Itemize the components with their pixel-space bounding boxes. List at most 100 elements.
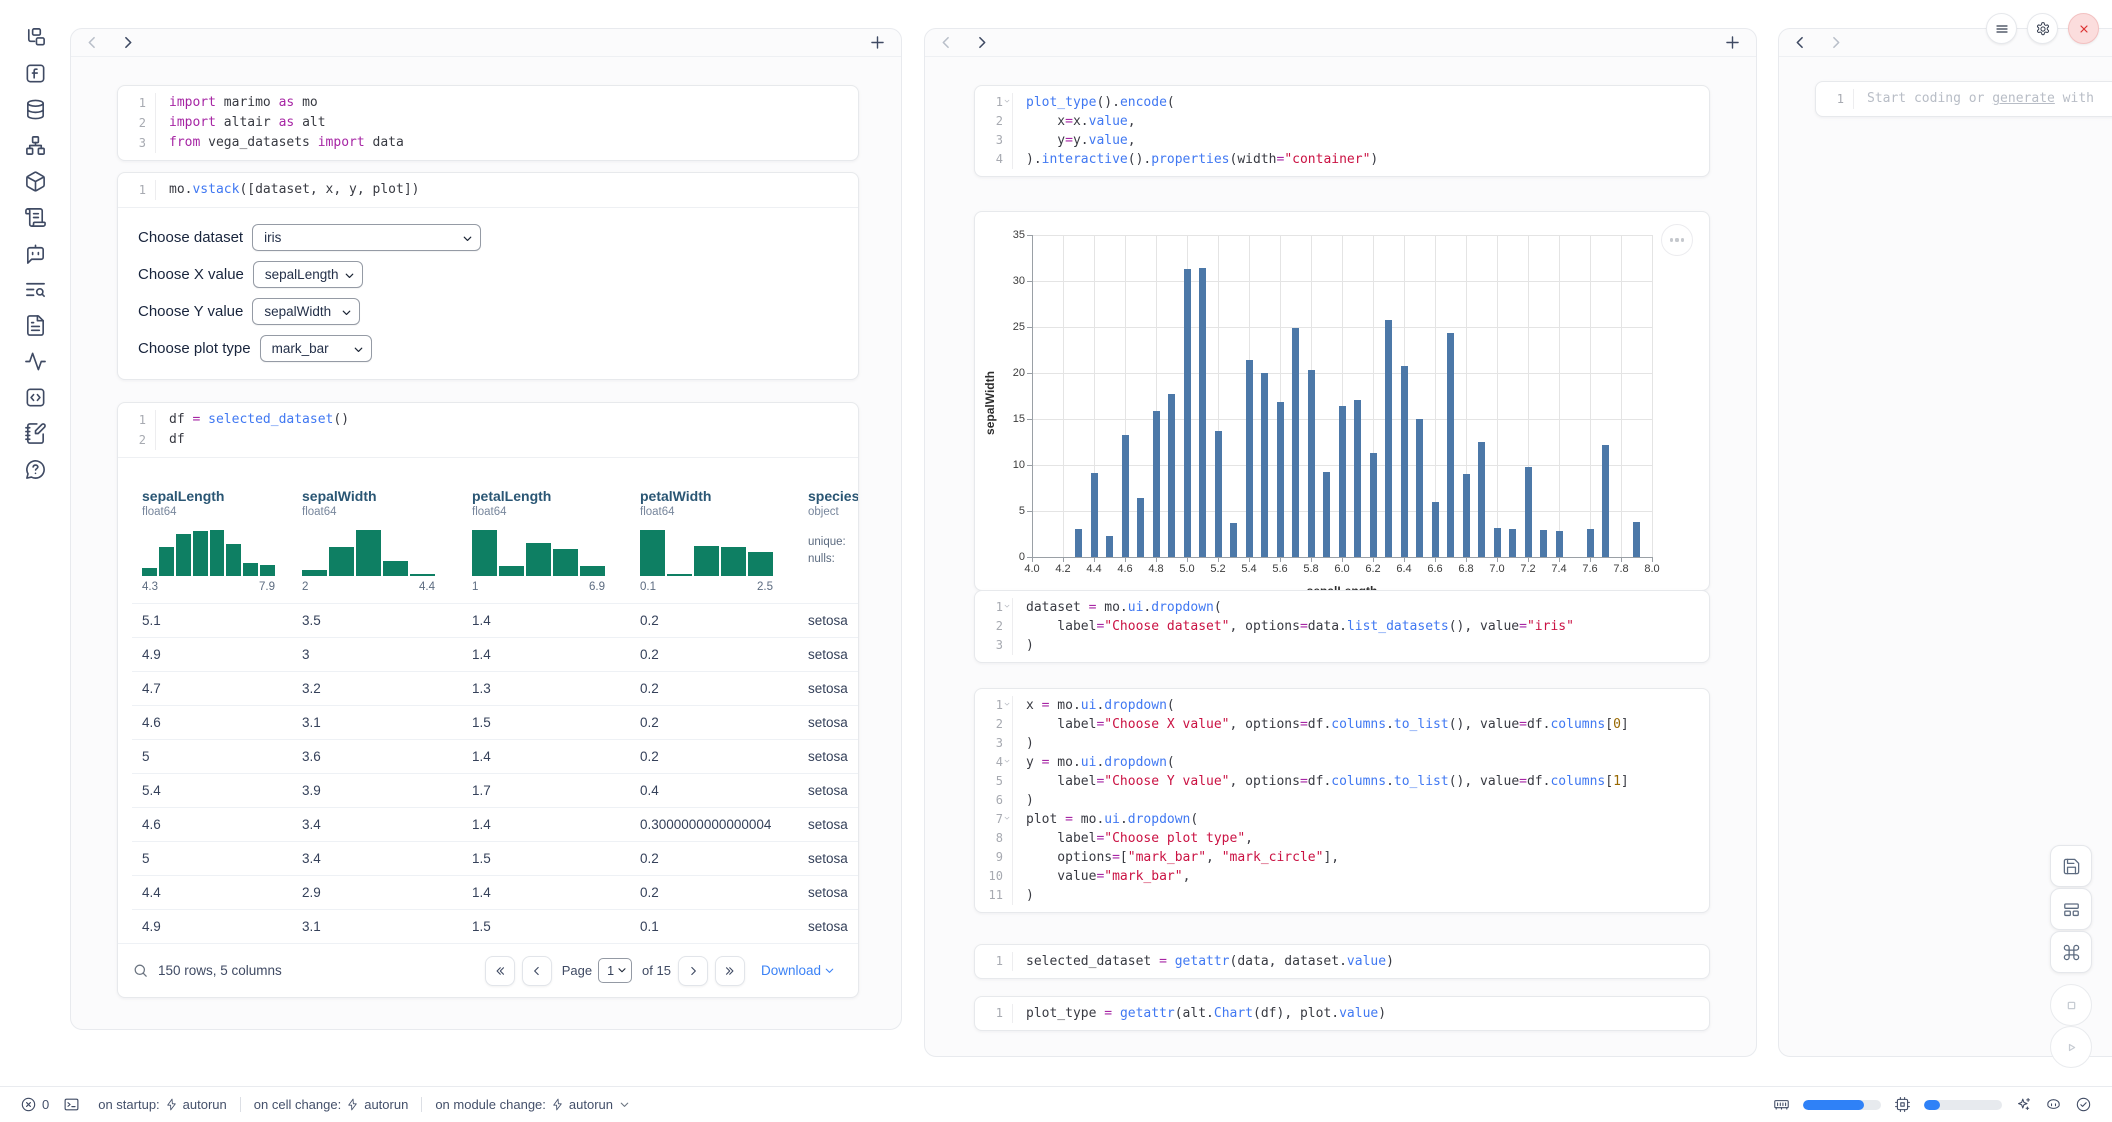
table-row[interactable]: 53.41.50.2setosa (132, 841, 858, 875)
table-row[interactable]: 5.43.91.70.4setosa (132, 773, 858, 807)
dropdown-select-sepalLength[interactable]: sepalLength (253, 261, 363, 288)
stop-button[interactable] (2050, 984, 2092, 1026)
table-column-header[interactable]: speciesobjectunique:nulls: (798, 488, 858, 593)
code-lines[interactable]: plot_type = getattr(alt.Chart(df), plot.… (1013, 1004, 1709, 1023)
fold-chevron-icon[interactable] (1003, 97, 1011, 105)
chart-bar (1199, 268, 1206, 557)
table-column-header[interactable]: petalWidthfloat640.12.5 (630, 488, 798, 593)
chevron-left-icon[interactable] (937, 33, 956, 52)
x-tick (1032, 557, 1033, 562)
menu-button[interactable] (1986, 13, 2017, 44)
ai-sparkles-icon[interactable] (2015, 1096, 2032, 1113)
page-select[interactable]: 1 (598, 958, 632, 983)
table-column-header[interactable]: petalLengthfloat6416.9 (462, 488, 630, 593)
last-page-button[interactable] (715, 956, 745, 986)
table-row[interactable]: 5.13.51.40.2setosa (132, 603, 858, 637)
code-lines[interactable]: selected_dataset = getattr(data, dataset… (1013, 952, 1709, 971)
code-editor[interactable]: 1selected_dataset = getattr(data, datase… (975, 945, 1709, 978)
memory-icon[interactable] (1773, 1096, 1790, 1113)
table-row[interactable]: 4.42.91.40.2setosa (132, 875, 858, 909)
code-lines[interactable]: plot_type().encode( x=x.value, y=y.value… (1013, 93, 1709, 169)
code-lines[interactable]: x = mo.ui.dropdown( label="Choose X valu… (1013, 696, 1709, 905)
code-editor[interactable]: 1234plot_type().encode( x=x.value, y=y.v… (975, 86, 1709, 176)
chevron-right-icon[interactable] (1826, 33, 1845, 52)
errors-icon[interactable] (20, 1096, 37, 1113)
file-tree-icon[interactable] (24, 26, 47, 49)
chevron-right-icon[interactable] (118, 33, 137, 52)
table-row[interactable]: 4.73.21.30.2setosa (132, 671, 858, 705)
fold-chevron-icon[interactable] (1003, 814, 1011, 822)
table-row[interactable]: 53.61.40.2setosa (132, 739, 858, 773)
command-palette-button[interactable] (2050, 931, 2092, 973)
scroll-text-icon[interactable] (24, 206, 47, 229)
add-cell-icon[interactable] (1723, 33, 1742, 52)
function-square-icon[interactable] (24, 62, 47, 85)
chevron-right-icon[interactable] (972, 33, 991, 52)
copilot-icon[interactable] (2045, 1096, 2062, 1113)
terminal-icon[interactable] (63, 1096, 80, 1113)
file-text-icon[interactable] (24, 314, 47, 337)
range-max: 4.4 (419, 581, 435, 593)
code-editor[interactable]: 1plot_type = getattr(alt.Chart(df), plot… (975, 997, 1709, 1030)
table-cell: 0.1 (630, 919, 798, 934)
code-editor[interactable]: 123import marimo as moimport altair as a… (118, 86, 858, 160)
code-lines[interactable]: df = selected_dataset()df (156, 410, 858, 450)
cpu-icon[interactable] (1894, 1096, 1911, 1113)
table-row[interactable]: 4.931.40.2setosa (132, 637, 858, 671)
table-cell: 5.4 (132, 783, 292, 798)
list-search-icon[interactable] (24, 278, 47, 301)
dropdown-select-mark_bar[interactable]: mark_bar (260, 335, 372, 362)
next-page-button[interactable] (678, 956, 708, 986)
code-lines[interactable]: mo.vstack([dataset, x, y, plot]) (156, 180, 858, 200)
chart-plot-area[interactable] (1032, 235, 1652, 557)
table-column-header[interactable]: sepalLengthfloat644.37.9 (132, 488, 292, 593)
chart-options-button[interactable] (1661, 224, 1693, 256)
bot-chat-icon[interactable] (24, 242, 47, 265)
run-button[interactable] (2050, 1026, 2092, 1068)
table-row[interactable]: 4.63.41.40.3000000000000004setosa (132, 807, 858, 841)
add-cell-icon[interactable] (868, 33, 887, 52)
x-tick-label: 7.8 (1613, 563, 1628, 575)
fold-chevron-icon[interactable] (1003, 602, 1011, 610)
code-lines[interactable]: dataset = mo.ui.dropdown( label="Choose … (1013, 598, 1709, 655)
search-icon[interactable] (132, 962, 149, 979)
workflow-icon[interactable] (24, 134, 47, 157)
dropdown-select-sepalWidth[interactable]: sepalWidth (252, 298, 360, 325)
table-cell: 5 (132, 851, 292, 866)
notebook-pen-icon[interactable] (24, 422, 47, 445)
activity-icon[interactable] (24, 350, 47, 373)
layout-button[interactable] (2050, 888, 2092, 930)
chevron-left-icon[interactable] (1791, 33, 1810, 52)
prev-page-button[interactable] (522, 956, 552, 986)
table-row[interactable]: 4.63.11.50.2setosa (132, 705, 858, 739)
code-editor[interactable]: 12df = selected_dataset()df (118, 403, 858, 457)
code-editor[interactable]: 1234567891011x = mo.ui.dropdown( label="… (975, 689, 1709, 912)
run-config-item[interactable]: on module change:autorun (435, 1097, 631, 1112)
settings-button[interactable] (2027, 13, 2058, 44)
fold-chevron-icon[interactable] (1003, 757, 1011, 765)
help-circle-icon[interactable] (24, 458, 47, 481)
table-row[interactable]: 4.93.11.50.1setosa (132, 909, 858, 943)
code-cell-xyplot: 1234567891011x = mo.ui.dropdown( label="… (974, 688, 1710, 913)
download-button[interactable]: Download (761, 963, 836, 978)
package-icon[interactable] (24, 170, 47, 193)
save-button[interactable] (2050, 845, 2092, 887)
code-lines[interactable]: Start coding or generate with (1854, 89, 2112, 109)
connection-status-icon[interactable] (2075, 1096, 2092, 1113)
run-config-item[interactable]: on startup:autorun (98, 1097, 227, 1112)
shutdown-button[interactable] (2068, 13, 2099, 44)
table-column-header[interactable]: sepalWidthfloat6424.4 (292, 488, 462, 593)
code-editor[interactable]: 123dataset = mo.ui.dropdown( label="Choo… (975, 591, 1709, 662)
dropdown-select-iris[interactable]: iris (252, 224, 481, 251)
chevron-left-icon[interactable] (83, 33, 102, 52)
table-cell: 0.3000000000000004 (630, 817, 798, 832)
run-config-item[interactable]: on cell change:autorun (254, 1097, 409, 1112)
code-editor[interactable]: 1mo.vstack([dataset, x, y, plot]) (118, 173, 858, 207)
code-editor[interactable]: 1Start coding or generate with (1816, 82, 2112, 116)
code-box-icon[interactable] (24, 386, 47, 409)
database-icon[interactable] (24, 98, 47, 121)
x-tick (1156, 557, 1157, 562)
fold-chevron-icon[interactable] (1003, 700, 1011, 708)
code-lines[interactable]: import marimo as moimport altair as altf… (156, 93, 858, 153)
first-page-button[interactable] (485, 956, 515, 986)
